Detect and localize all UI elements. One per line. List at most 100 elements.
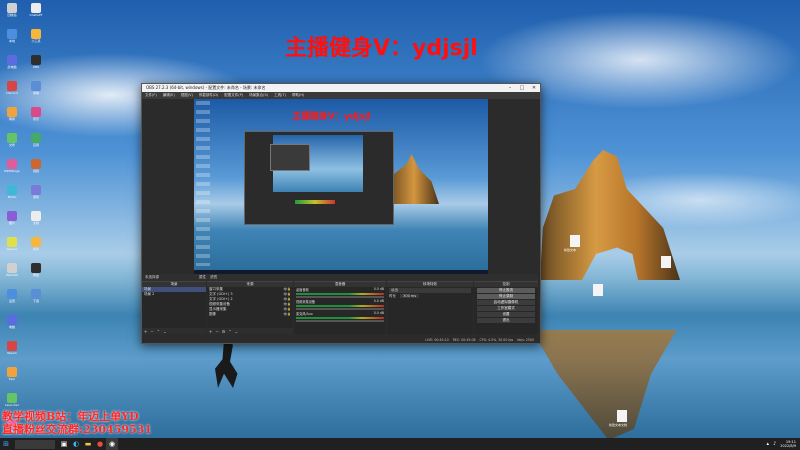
filters-button[interactable]: 滤镜 bbox=[210, 275, 217, 280]
desktop-icon[interactable]: 网盘 bbox=[24, 260, 48, 286]
desktop-icon[interactable]: 文件 bbox=[0, 130, 24, 156]
transition-select[interactable]: 淡出 bbox=[389, 288, 471, 293]
taskbar-search[interactable] bbox=[15, 439, 55, 449]
control-button[interactable]: 停止推流 bbox=[477, 288, 535, 293]
control-button[interactable]: 停止录制 bbox=[477, 294, 535, 299]
file-explorer-icon[interactable]: ▬ bbox=[82, 438, 94, 450]
menu-item[interactable]: 视图(V) bbox=[178, 93, 196, 98]
desktop-icon[interactable]: 共享 bbox=[24, 234, 48, 260]
menu-item[interactable]: 文件(F) bbox=[142, 93, 160, 98]
controls-list: 停止推流 停止录制 启动虚拟摄像机 工作室模式 设置 退出 bbox=[474, 288, 538, 323]
desktop-icon[interactable]: OBS bbox=[24, 52, 48, 78]
close-icon[interactable]: ✕ bbox=[528, 85, 540, 91]
desktop-icon[interactable]: 应用 bbox=[24, 130, 48, 156]
desktop-icon[interactable]: 下载 bbox=[24, 286, 48, 312]
duration-input[interactable]: 300 ms bbox=[400, 294, 420, 298]
source-label: 图像 bbox=[209, 312, 216, 316]
move-down-icon[interactable]: ⌄ bbox=[235, 329, 238, 334]
add-source-icon[interactable]: + bbox=[209, 329, 212, 334]
source-item[interactable]: 图像 👁 🔒 bbox=[207, 312, 293, 317]
lock-icon[interactable]: 🔒 bbox=[287, 312, 291, 317]
control-button[interactable]: 工作室模式 bbox=[477, 306, 535, 311]
desktop-icon[interactable]: 视频 bbox=[24, 156, 48, 182]
file-icon[interactable] bbox=[661, 256, 671, 268]
desktop-icon[interactable]: Discord bbox=[0, 78, 24, 104]
desktop-icon[interactable]: 电脑 bbox=[0, 312, 24, 338]
file-icon[interactable] bbox=[593, 284, 603, 296]
app-icon bbox=[7, 367, 17, 377]
obs-window[interactable]: OBS 27.2.3 (64-bit, windows) - 配置文件: 未命名… bbox=[141, 83, 541, 344]
menu-item[interactable]: 场景集合(S) bbox=[246, 93, 271, 98]
desktop-icon-label: Epic bbox=[8, 377, 16, 381]
edge-icon[interactable]: ◐ bbox=[70, 438, 82, 450]
desktop-icon[interactable]: 剪映 bbox=[24, 78, 48, 104]
volume-icon[interactable]: ♪ bbox=[773, 441, 776, 447]
control-button[interactable]: 设置 bbox=[477, 312, 535, 317]
desktop-icon[interactable]: 本地 bbox=[0, 26, 24, 52]
volume-slider[interactable] bbox=[296, 320, 384, 322]
maximize-icon[interactable]: □ bbox=[516, 85, 528, 91]
desktop-icon-label: MP3Merge bbox=[4, 169, 20, 173]
mixer-channel: 视频采集设备 0.0 dB bbox=[294, 299, 386, 310]
desktop-icon[interactable]: Epic bbox=[0, 364, 24, 390]
desktop-icon-label: 文档 bbox=[32, 221, 39, 225]
clock[interactable]: 19:11 2022/8/9 bbox=[780, 440, 796, 448]
preview-nested-obs bbox=[244, 131, 394, 225]
mixer-db: 0.0 dB bbox=[373, 287, 384, 291]
desktop-icon[interactable]: 小工具 bbox=[24, 26, 48, 52]
task-view-icon[interactable]: ▣ bbox=[58, 438, 70, 450]
desktop-icon[interactable]: 设置 bbox=[0, 286, 24, 312]
desktop-icon-label: 此电脑 bbox=[7, 65, 17, 69]
source-settings-icon[interactable]: ⚙ bbox=[222, 329, 226, 334]
app-icon bbox=[31, 263, 41, 273]
menu-item[interactable]: 配置文件(P) bbox=[221, 93, 246, 98]
network-icon[interactable]: ▴ bbox=[767, 441, 770, 447]
desktop-icon[interactable]: Photo bbox=[0, 182, 24, 208]
file-icon[interactable] bbox=[570, 235, 580, 247]
remove-source-icon[interactable]: − bbox=[215, 329, 218, 334]
desktop-icon[interactable]: WeChat bbox=[0, 260, 24, 286]
app-icon bbox=[7, 315, 17, 325]
properties-button[interactable]: 属性 bbox=[199, 275, 206, 280]
move-down-icon[interactable]: ⌄ bbox=[163, 329, 166, 334]
desktop-icon[interactable]: 图片 bbox=[0, 208, 24, 234]
chrome-icon[interactable]: ● bbox=[94, 438, 106, 450]
sources-controls: + − ⚙ ⌃ ⌄ bbox=[207, 328, 293, 334]
minimize-icon[interactable]: – bbox=[504, 85, 516, 91]
obs-titlebar[interactable]: OBS 27.2.3 (64-bit, windows) - 配置文件: 未命名… bbox=[142, 84, 540, 92]
desktop-icon[interactable]: 音乐 bbox=[24, 104, 48, 130]
menu-item[interactable]: 工具(T) bbox=[271, 93, 289, 98]
preview-rock bbox=[389, 154, 439, 204]
desktop-icon[interactable]: 游戏 bbox=[24, 182, 48, 208]
file-icon[interactable] bbox=[617, 410, 627, 422]
volume-slider[interactable] bbox=[296, 296, 384, 298]
desktop-icon[interactable]: 此电脑 bbox=[0, 52, 24, 78]
menu-item[interactable]: 编辑(E) bbox=[160, 93, 178, 98]
windows-start-icon[interactable]: ⊞ bbox=[0, 438, 12, 450]
no-source-label: 未选择源 bbox=[145, 275, 159, 279]
desktop-icon[interactable]: 回收站 bbox=[0, 0, 24, 26]
remove-scene-icon[interactable]: − bbox=[150, 329, 153, 334]
add-scene-icon[interactable]: + bbox=[144, 329, 147, 334]
menu-item[interactable]: 帮助(H) bbox=[289, 93, 307, 98]
obs-preview[interactable]: 主播健身V：ydjsjl bbox=[194, 99, 488, 274]
app-icon bbox=[31, 29, 41, 39]
move-up-icon[interactable]: ⌃ bbox=[228, 329, 231, 334]
desktop-icon[interactable]: Lenovo bbox=[0, 234, 24, 260]
move-up-icon[interactable]: ⌃ bbox=[157, 329, 160, 334]
app-icon bbox=[31, 3, 41, 13]
scene-item[interactable]: 场景 2 bbox=[142, 292, 206, 297]
obs-taskbar-icon[interactable]: ◉ bbox=[106, 438, 118, 450]
desktop-icon[interactable]: MP3Merge bbox=[0, 156, 24, 182]
app-icon bbox=[31, 107, 41, 117]
desktop-icon-label: 本地 bbox=[8, 39, 15, 43]
desktop-icon[interactable]: ChatGPT bbox=[24, 0, 48, 26]
obs-statusbar: LIVE: 00:45:10 REC: 00:45:08 CPU: 4.5%, 30… bbox=[142, 336, 538, 343]
desktop-icon[interactable]: 文档 bbox=[24, 208, 48, 234]
volume-slider[interactable] bbox=[296, 308, 384, 310]
control-button[interactable]: 启动虚拟摄像机 bbox=[477, 300, 535, 305]
desktop-icon[interactable]: 网易 bbox=[0, 104, 24, 130]
desktop-icon[interactable]: Steam bbox=[0, 338, 24, 364]
menu-item[interactable]: 停靠部件(D) bbox=[196, 93, 221, 98]
control-button[interactable]: 退出 bbox=[477, 318, 535, 323]
